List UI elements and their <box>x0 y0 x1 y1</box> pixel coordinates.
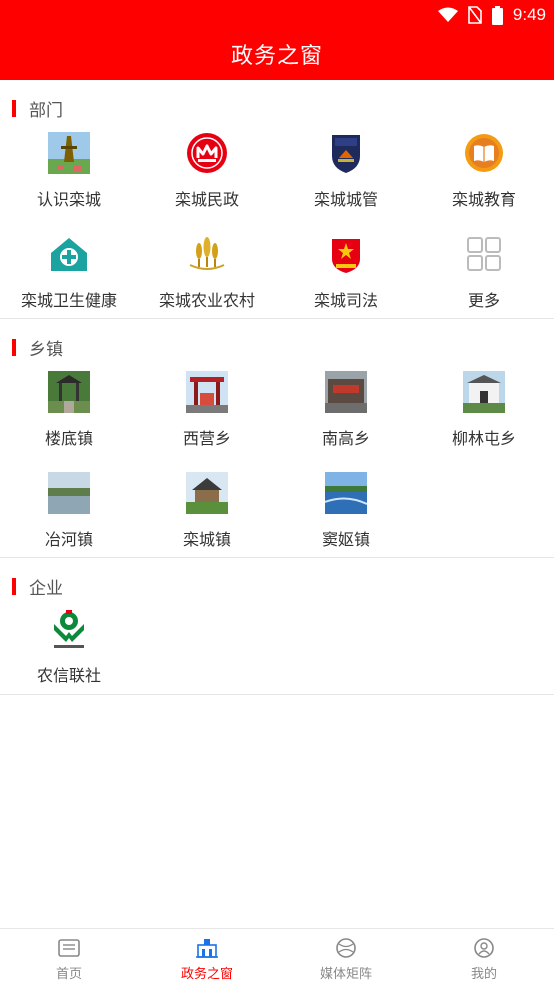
photo-pavilion-icon <box>48 371 90 413</box>
bottom-nav: 首页 政务之窗 媒体矩阵 我的 <box>0 928 554 987</box>
tab-label: 媒体矩阵 <box>319 967 372 982</box>
tab-government[interactable]: 政务之窗 <box>138 929 276 987</box>
section-divider <box>0 318 554 319</box>
dept-item-minzheng[interactable]: 栾城民政 <box>138 132 276 232</box>
city-management-badge-icon <box>332 135 360 173</box>
photo-gate-icon <box>186 371 228 413</box>
health-house-icon <box>51 238 87 271</box>
section-divider <box>0 694 554 695</box>
town-item-xiying[interactable]: 西营乡 <box>138 371 276 471</box>
photo-building-icon <box>463 371 505 413</box>
grid-more-icon <box>467 237 501 271</box>
section-towns: 乡镇 楼底镇 西营乡 南高乡 柳林屯乡 冶河镇 栾城镇 窦妪镇 <box>0 332 554 557</box>
user-icon <box>474 938 494 958</box>
town-item-nangao[interactable]: 南高乡 <box>277 371 415 471</box>
home-news-icon <box>58 939 80 957</box>
section-title: 企业 <box>29 579 63 599</box>
dept-item-renshi[interactable]: 认识栾城 <box>0 132 138 232</box>
item-label: 西营乡 <box>182 429 231 448</box>
photo-wall-icon <box>325 371 367 413</box>
government-building-icon <box>196 939 218 958</box>
civil-affairs-emblem-icon <box>187 133 227 173</box>
status-bar: 9:49 <box>437 0 546 30</box>
section-enterprises: 企业 农信联社 <box>0 571 554 695</box>
section-title: 乡镇 <box>29 340 63 360</box>
tab-media[interactable]: 媒体矩阵 <box>277 929 415 987</box>
section-header: 部门 <box>0 93 554 121</box>
item-label: 柳林屯乡 <box>451 429 516 448</box>
item-label: 栾城镇 <box>182 530 231 549</box>
page-title: 政务之窗 <box>230 44 323 69</box>
dept-item-chengguan[interactable]: 栾城城管 <box>277 132 415 232</box>
item-label: 栾城教育 <box>451 190 516 209</box>
item-label: 认识栾城 <box>36 190 101 209</box>
app-header: 9:49 政务之窗 <box>0 0 554 80</box>
photo-tower-icon <box>48 132 90 174</box>
book-icon <box>465 134 503 172</box>
item-label: 栾城民政 <box>174 190 239 209</box>
item-label: 南高乡 <box>321 429 370 448</box>
section-marker <box>12 339 16 356</box>
item-label: 冶河镇 <box>44 530 93 549</box>
item-label: 更多 <box>467 291 500 310</box>
globe-icon <box>336 938 356 958</box>
status-time: 9:49 <box>512 5 546 24</box>
item-label: 栾城卫生健康 <box>20 291 117 310</box>
item-label: 栾城城管 <box>313 190 378 209</box>
tab-label: 我的 <box>470 967 497 982</box>
section-departments: 部门 认识栾城 栾城民政 栾城城管 栾城教育 栾城卫生健康 栾城农业农村 栾城司… <box>0 93 554 319</box>
section-title: 部门 <box>29 101 63 121</box>
section-marker <box>12 100 16 117</box>
wifi-icon <box>437 7 458 22</box>
enterprise-item-nongxin[interactable]: 农信联社 <box>0 608 138 708</box>
no-sim-icon <box>468 6 482 24</box>
tab-label: 首页 <box>55 967 82 982</box>
section-header: 企业 <box>0 571 554 599</box>
town-item-liulintun[interactable]: 柳林屯乡 <box>415 371 553 471</box>
tab-home[interactable]: 首页 <box>0 929 138 987</box>
item-label: 窦妪镇 <box>321 530 370 549</box>
photo-river-icon <box>48 472 90 514</box>
item-label: 栾城农业农村 <box>158 291 255 310</box>
battery-icon <box>491 5 503 25</box>
item-label: 栾城司法 <box>313 291 378 310</box>
wheat-icon <box>189 237 225 270</box>
justice-emblem-icon <box>332 239 360 273</box>
tab-label: 政务之窗 <box>180 967 233 982</box>
rural-credit-logo-icon <box>54 610 84 648</box>
photo-house-icon <box>186 472 228 514</box>
town-item-loudi[interactable]: 楼底镇 <box>0 371 138 471</box>
tab-mine[interactable]: 我的 <box>415 929 553 987</box>
dept-item-jiaoyu[interactable]: 栾城教育 <box>415 132 553 232</box>
section-marker <box>12 578 16 595</box>
section-header: 乡镇 <box>0 332 554 360</box>
item-label: 楼底镇 <box>44 429 93 448</box>
section-divider <box>0 557 554 558</box>
item-label: 农信联社 <box>36 666 101 685</box>
photo-lake-icon <box>325 472 367 514</box>
